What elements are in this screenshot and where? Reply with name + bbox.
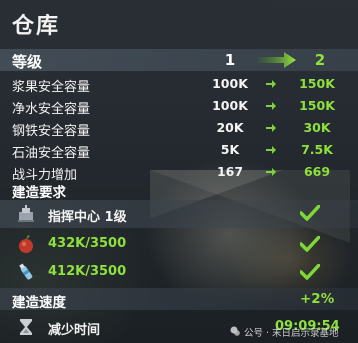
title-bar: 仓库 [0, 0, 358, 44]
watermark: 公号 · 末日启示录基地 [244, 328, 339, 339]
requirements-header: 建造要求 [0, 178, 358, 201]
wechat-icon [230, 326, 240, 336]
stat-row-steel: 钢铁安全容量 20K 30K [0, 117, 358, 139]
requirement-text: 指挥中心 1级 [48, 210, 127, 225]
stat-next: 150K [299, 76, 335, 91]
level-arrow-icon [258, 52, 296, 68]
requirement-text: 432K/3500 [48, 236, 127, 251]
arrow-right-icon [266, 80, 276, 88]
stat-row-water: 净水安全容量 100K 150K [0, 95, 358, 117]
arrow-right-icon [266, 102, 276, 110]
arrow-right-icon [266, 168, 276, 176]
stat-label: 浆果安全容量 [12, 80, 91, 95]
requirement-command-center: 指挥中心 1级 [0, 200, 358, 228]
stat-current: 20K [216, 120, 244, 135]
build-speed-row: 建造速度 +2% [0, 288, 358, 311]
stat-label: 净水安全容量 [12, 102, 91, 117]
level-next: 2 [314, 51, 326, 69]
stat-row-oil: 石油安全容量 5K 7.5K [0, 139, 358, 161]
berry-icon [19, 235, 33, 253]
arrow-right-icon [266, 124, 276, 132]
stat-label: 石油安全容量 [12, 146, 91, 161]
stat-current: 100K [212, 76, 248, 91]
check-icon [300, 205, 320, 221]
requirement-berry: 432K/3500 [0, 230, 358, 258]
stat-next: 30K [303, 120, 331, 135]
check-icon [300, 264, 320, 280]
stat-current: 5K [220, 142, 240, 157]
level-label: 等级 [12, 53, 43, 71]
stat-next: 150K [299, 98, 335, 113]
water-bottle-icon [19, 263, 33, 280]
page-title: 仓库 [12, 14, 61, 39]
reduce-time-label: 减少时间 [48, 323, 101, 338]
requirements-label: 建造要求 [12, 185, 66, 201]
stat-current: 100K [212, 98, 248, 113]
requirement-water: 412K/3500 [0, 258, 358, 286]
requirement-text: 412K/3500 [48, 264, 127, 279]
check-icon [300, 236, 320, 252]
stat-next: 7.5K [301, 142, 333, 157]
arrow-right-icon [266, 146, 276, 154]
command-center-icon [18, 205, 34, 222]
build-speed-value: +2% [300, 291, 335, 307]
stat-label: 钢铁安全容量 [12, 124, 91, 139]
build-speed-label: 建造速度 [12, 295, 66, 311]
level-row: 等级 1 2 [0, 49, 358, 71]
hourglass-icon [20, 319, 32, 335]
stat-next: 669 [303, 164, 331, 179]
stat-current: 167 [216, 164, 244, 179]
stat-row-berry: 浆果安全容量 100K 150K [0, 73, 358, 95]
